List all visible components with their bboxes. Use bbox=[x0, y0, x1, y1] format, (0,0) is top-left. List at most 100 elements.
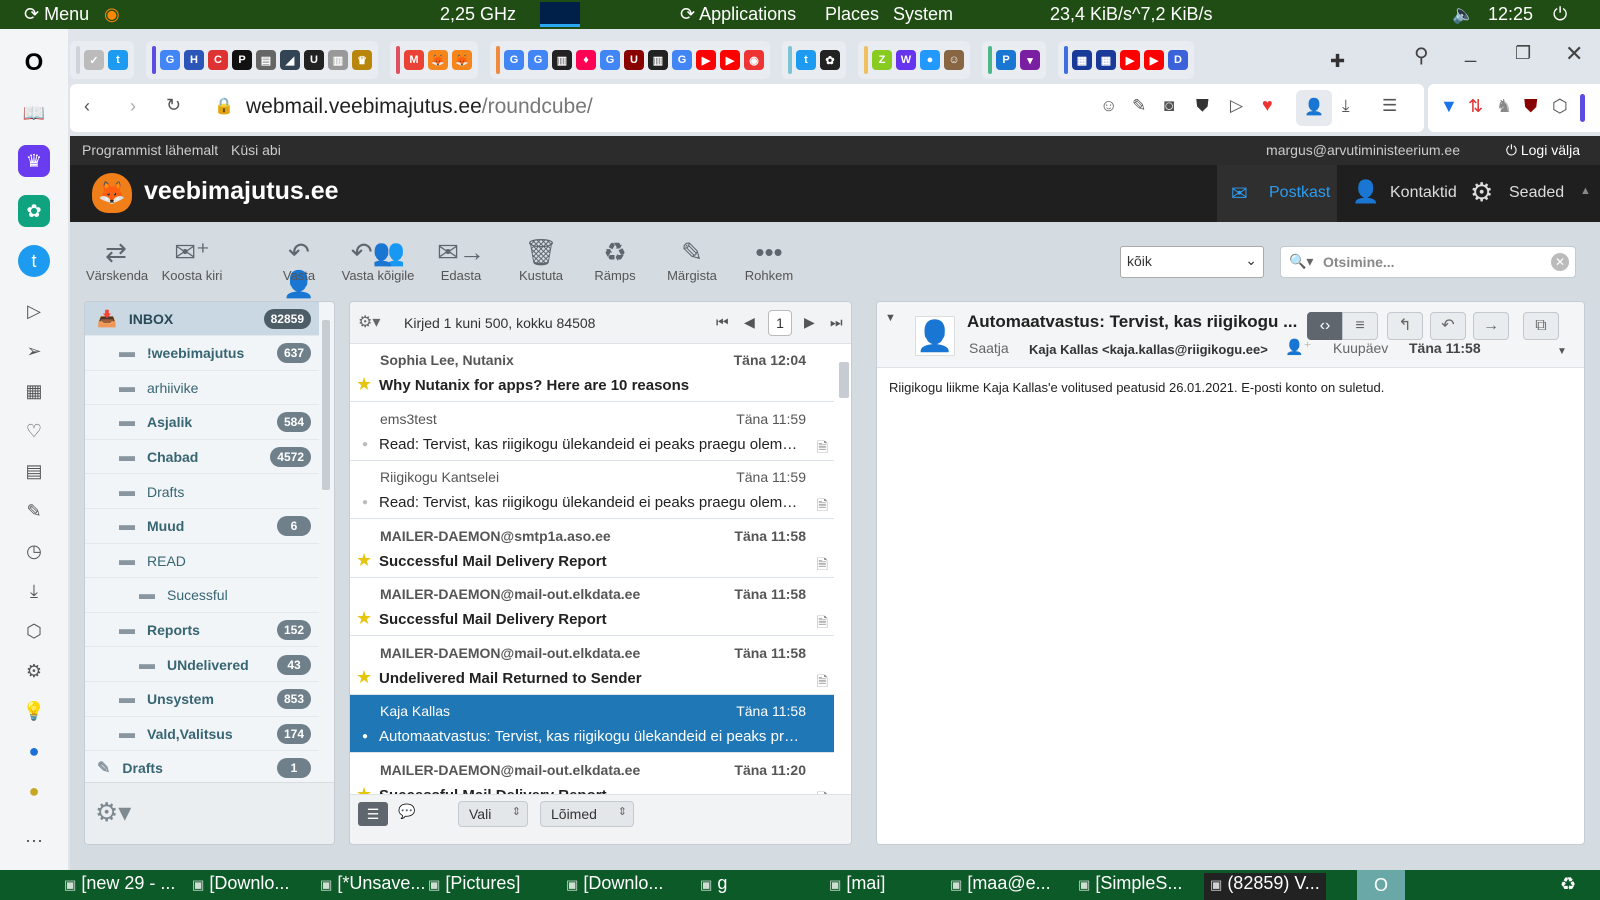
tab-favicon-icon[interactable]: U bbox=[304, 50, 324, 70]
folder-item[interactable]: ▬ Asjalik 584 bbox=[85, 405, 319, 440]
opera-task-icon[interactable]: O bbox=[1357, 870, 1405, 900]
about-link[interactable]: Programmist lähemalt bbox=[82, 142, 218, 158]
send-icon[interactable]: ▷ bbox=[1230, 96, 1243, 116]
folder-scrollbar[interactable] bbox=[320, 306, 332, 778]
firefox-icon[interactable]: ◉ bbox=[104, 4, 120, 25]
plain-view-button[interactable]: ≡ bbox=[1342, 312, 1378, 340]
more-icon[interactable]: ⋯ bbox=[18, 825, 50, 857]
delete-button[interactable]: 🗑 Kustuta bbox=[516, 236, 566, 283]
heart-icon[interactable]: ♡ bbox=[18, 415, 50, 447]
status-dot-icon[interactable]: ● bbox=[362, 439, 368, 450]
taskbar-item[interactable]: ▣ [mai] bbox=[829, 873, 885, 894]
back-button[interactable]: ‹ bbox=[84, 96, 90, 117]
list-view-icon[interactable]: ☰ bbox=[358, 802, 388, 826]
threads-dropdown[interactable]: Lõimed ⇕ bbox=[540, 801, 634, 827]
tab-favicon-icon[interactable]: C bbox=[208, 50, 228, 70]
tab-favicon-icon[interactable]: H bbox=[184, 50, 204, 70]
tab-favicon-icon[interactable]: ◢ bbox=[280, 50, 300, 70]
folder-item[interactable]: ▬ Vald,Valitsus 174 bbox=[85, 717, 319, 752]
message-row[interactable]: ems3test Täna 11:59 ● Read: Tervist, kas ri… bbox=[350, 402, 834, 461]
close-window-button[interactable]: ✕ bbox=[1565, 41, 1583, 67]
tab-group-color[interactable] bbox=[988, 46, 992, 74]
grid-icon[interactable]: ▦ bbox=[18, 375, 50, 407]
folder-settings-gear-icon[interactable]: ⚙▾ bbox=[95, 797, 131, 828]
book-icon[interactable]: 📖 bbox=[18, 97, 50, 129]
folder-item[interactable]: ▬ !weebimajutus 637 bbox=[85, 336, 319, 371]
html-view-button[interactable]: ‹› bbox=[1307, 312, 1343, 340]
chat-icon[interactable]: ● bbox=[18, 735, 50, 767]
clear-search-icon[interactable]: ✕ bbox=[1551, 253, 1569, 271]
download-icon[interactable]: ⤓ bbox=[18, 575, 50, 607]
tab-favicon-icon[interactable]: P bbox=[232, 50, 252, 70]
places-menu[interactable]: Places bbox=[825, 4, 879, 25]
tab-group-color[interactable] bbox=[864, 46, 868, 74]
new-tab-button[interactable]: ✚ bbox=[1330, 51, 1345, 72]
player-icon[interactable]: ▷ bbox=[18, 295, 50, 327]
tab-favicon-icon[interactable]: Z bbox=[872, 50, 892, 70]
tab-favicon-icon[interactable]: D bbox=[1168, 50, 1188, 70]
select-dropdown[interactable]: Vali ⇕ bbox=[458, 801, 528, 827]
url-field[interactable]: webmail.veebimajutus.ee/roundcube/ bbox=[246, 95, 593, 119]
junk-button[interactable]: ♻ Rämps bbox=[592, 236, 638, 283]
tab-favicon-icon[interactable]: ▦ bbox=[1096, 50, 1116, 70]
folder-item[interactable]: ▬ READ bbox=[85, 544, 319, 579]
maximize-button[interactable]: ❐ bbox=[1515, 43, 1531, 64]
taskbar-item[interactable]: ▣ [Downlo... bbox=[566, 873, 663, 894]
tab-favicon-icon[interactable]: G bbox=[160, 50, 180, 70]
folder-item[interactable]: 📥 INBOX 82859 bbox=[85, 302, 319, 336]
reply-button[interactable]: ↰ bbox=[1387, 312, 1423, 340]
extension-icon[interactable]: ⬡ bbox=[1552, 96, 1568, 117]
tab-favicon-icon[interactable]: ☺ bbox=[944, 50, 964, 70]
tab-favicon-icon[interactable]: ▦ bbox=[1072, 50, 1092, 70]
reply-all-button[interactable]: ↶ bbox=[1430, 312, 1466, 340]
send-icon[interactable]: ➢ bbox=[18, 335, 50, 367]
collapse-header-icon[interactable]: ▼ bbox=[885, 312, 896, 324]
tab-favicon-icon[interactable]: G bbox=[528, 50, 548, 70]
tab-favicon-icon[interactable]: 🦊 bbox=[428, 50, 448, 70]
tab-favicon-icon[interactable]: ✿ bbox=[820, 50, 840, 70]
tab-favicon-icon[interactable]: ▾ bbox=[1020, 50, 1040, 70]
star-icon[interactable]: ★ bbox=[356, 667, 372, 688]
power-icon[interactable]: ⏻ bbox=[1553, 4, 1567, 25]
last-page-button[interactable]: ⏭ bbox=[830, 314, 843, 331]
history-icon[interactable]: ◷ bbox=[18, 535, 50, 567]
forward-button[interactable]: › bbox=[130, 96, 136, 117]
message-row[interactable]: MAILER-DAEMON@mail-out.elkdata.ee Täna 11… bbox=[350, 578, 834, 636]
message-row[interactable]: MAILER-DAEMON@smtp1a.aso.ee Täna 11:58 ★ Su… bbox=[350, 519, 834, 578]
taskbar-item[interactable]: ▣ [SimpleS... bbox=[1078, 873, 1182, 894]
star-icon[interactable]: ★ bbox=[356, 784, 372, 795]
tab-favicon-icon[interactable]: ▤ bbox=[256, 50, 276, 70]
add-contact-icon[interactable]: 👤⁺ bbox=[1285, 338, 1312, 356]
twitter-icon[interactable]: t bbox=[18, 245, 50, 277]
tab-group-color[interactable] bbox=[76, 46, 80, 74]
folder-item[interactable]: ▬ Reports 152 bbox=[85, 613, 319, 648]
star-icon[interactable]: ★ bbox=[356, 374, 372, 395]
tab-favicon-icon[interactable]: ▥ bbox=[648, 50, 668, 70]
tab-group-color[interactable] bbox=[496, 46, 500, 74]
applications-menu[interactable]: ⟳ Applications bbox=[680, 4, 796, 25]
customize-icon[interactable]: ☰ bbox=[1382, 96, 1397, 116]
tab-favicon-icon[interactable]: ♛ bbox=[352, 50, 372, 70]
extension-icon[interactable]: ♞ bbox=[1496, 96, 1512, 117]
taskbar-item[interactable]: ▣ [*Unsave... bbox=[320, 873, 425, 894]
message-scrollbar[interactable] bbox=[837, 348, 849, 792]
message-row[interactable]: MAILER-DAEMON@mail-out.elkdata.ee Täna 11… bbox=[350, 753, 834, 795]
tab-favicon-icon[interactable]: G bbox=[672, 50, 692, 70]
message-row[interactable]: MAILER-DAEMON@mail-out.elkdata.ee Täna 11… bbox=[350, 636, 834, 695]
mark-button[interactable]: ✎ Märgista bbox=[662, 236, 722, 283]
edit-icon[interactable]: ✎ bbox=[18, 495, 50, 527]
folder-item[interactable]: ✎ Drafts 1 bbox=[85, 751, 319, 782]
open-in-new-window-button[interactable]: ⧉ bbox=[1523, 312, 1559, 340]
tab-favicon-icon[interactable]: M bbox=[404, 50, 424, 70]
message-row[interactable]: Kaja Kallas Täna 11:58 ● Automaatvastus: Te… bbox=[350, 695, 834, 753]
reload-button[interactable]: ↻ bbox=[166, 95, 181, 116]
downloads-icon[interactable]: ⤓ bbox=[1342, 96, 1350, 116]
refresh-button[interactable]: ⇄ Värskenda bbox=[86, 236, 148, 283]
search-tabs-icon[interactable]: ⚲ bbox=[1414, 43, 1429, 68]
tab-favicon-icon[interactable]: ▶ bbox=[696, 50, 716, 70]
list-options-gear-icon[interactable]: ⚙▾ bbox=[358, 312, 380, 332]
heart-icon[interactable]: ♥ bbox=[1262, 95, 1273, 116]
tab-favicon-icon[interactable]: ▥ bbox=[552, 50, 572, 70]
lightbulb-icon[interactable]: 💡 bbox=[18, 695, 50, 727]
emoji-icon[interactable]: ☺ bbox=[1100, 96, 1117, 116]
